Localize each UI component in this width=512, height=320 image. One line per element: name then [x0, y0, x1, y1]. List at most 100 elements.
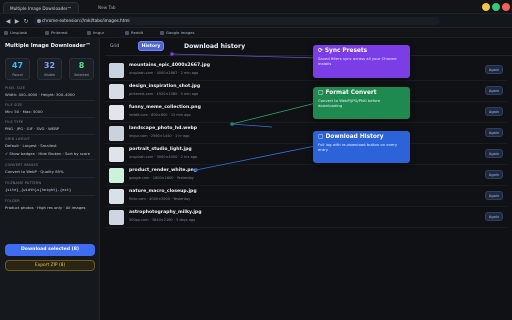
stat-visible: 32 Visible — [37, 58, 62, 80]
section-label: CONVERT IMAGES — [5, 163, 39, 167]
history-row: nature_macro_closeup.jpg flickr.com · 40… — [105, 186, 507, 207]
file-size-filter[interactable]: Min: 50 · Max: 5000 — [5, 109, 43, 114]
bookmark-item[interactable]: Reddit — [125, 29, 143, 37]
display-options[interactable]: ✓ Show badges · Hide Broken · Sort by sc… — [5, 151, 90, 156]
redownload-button[interactable]: Again — [485, 149, 503, 158]
filename-pattern-input[interactable]: {site}_{width}x{height}.{ext} — [5, 187, 71, 192]
reload-icon[interactable]: ↻ — [22, 17, 30, 25]
tab-label: Multiple Image Downloader™ — [10, 6, 72, 11]
callout-sync-presets: ⟳ Sync Presets Saved filters sync across… — [313, 45, 410, 78]
history-row: landscape_photo_hd.webp imgur.com · 2560… — [105, 123, 507, 144]
bookmark-label: Pinterest — [51, 30, 68, 35]
file-meta: flickr.com · 4000×3000 · Yesterday — [129, 197, 191, 201]
export-zip-button[interactable]: Export ZIP (8) — [5, 260, 95, 271]
minimize-dot[interactable] — [482, 3, 490, 11]
file-meta: imgur.com · 2560×1440 · 1 hr ago — [129, 134, 190, 138]
tab-active[interactable]: Multiple Image Downloader™ — [3, 2, 79, 13]
sidebar-panel: Multiple Image Downloader™ 47 Found 32 V… — [0, 38, 100, 320]
divider — [5, 195, 95, 196]
sidebar-title: Multiple Image Downloader™ — [5, 43, 91, 49]
callout-text: Convert to WebP/JPG/PNG before downloadi… — [318, 98, 381, 108]
site-info-icon[interactable] — [37, 19, 41, 23]
back-icon[interactable]: ◀ — [4, 17, 12, 25]
file-meta: unsplash.com · 3000×4000 · 2 hrs ago — [129, 155, 198, 159]
history-row: astrophotography_milky.jpg 500px.com · 3… — [105, 207, 507, 228]
image-thumbnail[interactable] — [109, 84, 124, 99]
history-row: portrait_studio_light.jpg unsplash.com ·… — [105, 144, 507, 165]
section-label: FILE SIZE — [5, 103, 23, 107]
file-name: landscape_photo_hd.webp — [129, 126, 198, 131]
file-name: nature_macro_closeup.jpg — [129, 189, 197, 194]
redownload-button[interactable]: Again — [485, 107, 503, 116]
section-label: PIXEL SIZE — [5, 86, 26, 90]
bookmark-label: Google Images — [166, 30, 195, 35]
image-thumbnail[interactable] — [109, 147, 124, 162]
bookmark-label: Reddit — [131, 30, 144, 35]
stat-selected: 8 Selected — [69, 58, 94, 80]
tab-new[interactable]: New Tab — [92, 2, 150, 13]
pixel-size-filter[interactable]: Width: 400–4000 · Height: 300–4000 — [5, 92, 75, 97]
callout-title: ▢ Format Convert — [318, 90, 377, 96]
browser-nav-bar: ◀ ▶ ↻ chrome-extension://mkl/tabs/images… — [0, 14, 512, 28]
divider — [5, 159, 95, 160]
section-label: GRID LAYOUT — [5, 137, 31, 141]
bookmark-icon — [4, 31, 8, 35]
file-meta: pinterest.com · 1920×1080 · 5 min ago — [129, 92, 199, 96]
stat-value: 47 — [11, 61, 24, 70]
redownload-button[interactable]: Again — [485, 86, 503, 95]
file-name: portrait_studio_light.jpg — [129, 147, 192, 152]
page-title: Download history — [184, 43, 246, 50]
image-thumbnail[interactable] — [109, 168, 124, 183]
stat-value: 32 — [43, 61, 56, 70]
address-bar[interactable]: chrome-extension://mkl/tabs/images.html — [34, 17, 440, 25]
forward-icon[interactable]: ▶ — [13, 17, 21, 25]
section-label: FOLDER — [5, 199, 20, 203]
image-thumbnail[interactable] — [109, 210, 124, 225]
section-label: FILE TYPE — [5, 120, 24, 124]
folder-options[interactable]: Product photos · High res only · All ima… — [5, 205, 85, 210]
redownload-button[interactable]: Again — [485, 128, 503, 137]
history-row: product_render_white.png google.com · 16… — [105, 165, 507, 186]
stat-found: 47 Found — [5, 58, 30, 80]
download-selected-button[interactable]: Download selected (8) — [5, 244, 95, 256]
stat-label: Visible — [43, 73, 56, 77]
callout-title: ▢ Download History — [318, 134, 384, 140]
divider — [5, 100, 95, 101]
file-type-filter[interactable]: PNG · JPG · GIF · SVG · WEBP — [5, 126, 59, 131]
redownload-button[interactable]: Again — [485, 65, 503, 74]
divider — [5, 134, 95, 135]
maximize-dot[interactable] — [492, 3, 500, 11]
tab-label: New Tab — [98, 5, 116, 10]
browser-tab-bar: Multiple Image Downloader™ New Tab — [0, 0, 512, 14]
redownload-button[interactable]: Again — [485, 191, 503, 200]
image-thumbnail[interactable] — [109, 126, 124, 141]
close-dot[interactable] — [502, 3, 510, 11]
stat-label: Selected — [74, 73, 89, 77]
history-row: design_inspiration_shot.jpg pinterest.co… — [105, 81, 507, 102]
file-meta: reddit.com · 800×600 · 12 min ago — [129, 113, 191, 117]
callout-title: ⟳ Sync Presets — [318, 48, 368, 54]
history-tab[interactable]: History — [138, 41, 164, 51]
bookmark-item[interactable]: Imgur — [87, 29, 104, 37]
bookmark-icon — [125, 31, 129, 35]
bookmark-item[interactable]: Pinterest — [45, 29, 68, 37]
image-thumbnail[interactable] — [109, 105, 124, 120]
redownload-button[interactable]: Again — [485, 170, 503, 179]
file-name: design_inspiration_shot.jpg — [129, 84, 201, 89]
file-meta: unsplash.com · 4000×2667 · 2 min ago — [129, 71, 199, 75]
callout-format-convert: ▢ Format Convert Convert to WebP/JPG/PNG… — [313, 87, 410, 119]
grid-layout-options[interactable]: Default · Largest · Smallest — [5, 143, 57, 148]
redownload-button[interactable]: Again — [485, 212, 503, 221]
divider — [5, 117, 95, 118]
history-row: mountains_epic_4000x2667.jpg unsplash.co… — [105, 60, 507, 81]
grid-toggle[interactable]: Grid — [110, 44, 119, 49]
file-name: mountains_epic_4000x2667.jpg — [129, 63, 211, 68]
bookmark-icon — [45, 31, 49, 35]
image-thumbnail[interactable] — [109, 189, 124, 204]
bookmark-item[interactable]: Unsplash — [4, 29, 27, 37]
header-divider — [105, 55, 512, 56]
file-name: product_render_white.png — [129, 168, 198, 173]
image-thumbnail[interactable] — [109, 63, 124, 78]
convert-options[interactable]: Convert to WebP · Quality 85% — [5, 169, 64, 174]
bookmark-item[interactable]: Google Images — [160, 29, 194, 37]
